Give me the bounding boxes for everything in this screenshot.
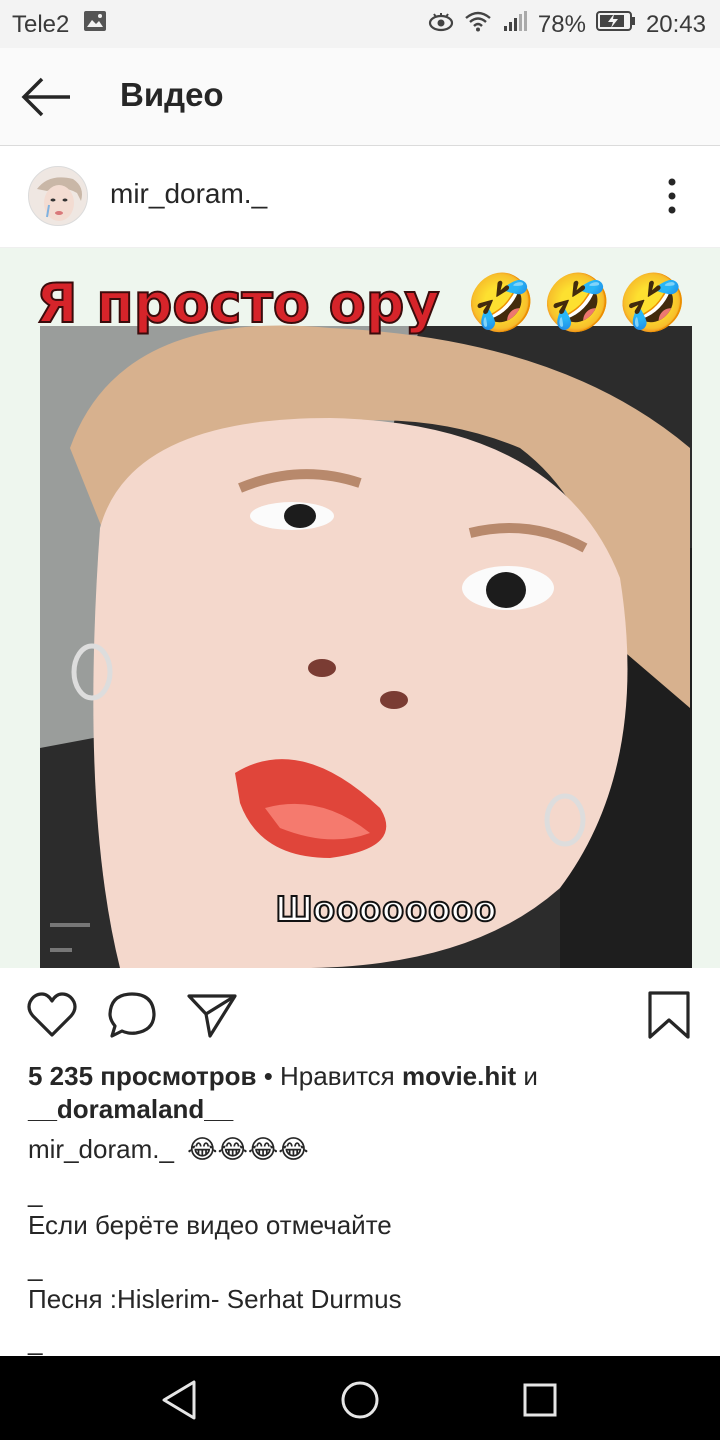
- system-nav-bar: [0, 1356, 720, 1440]
- nav-recents-button[interactable]: [516, 1376, 564, 1424]
- liked-by-prefix: • Нравится: [256, 1061, 402, 1091]
- arrow-left-icon: [21, 77, 70, 117]
- post-actions: [0, 968, 720, 1062]
- nav-back-button[interactable]: [156, 1376, 204, 1424]
- bookmark-icon: [648, 991, 690, 1039]
- overlay-emojis: 🤣🤣🤣: [466, 271, 694, 336]
- post-username[interactable]: mir_doram._: [110, 178, 267, 210]
- caption-line: _: [28, 1326, 43, 1356]
- caption-line: Если берёте видео отмечайте: [28, 1210, 392, 1240]
- gallery-notification-icon: [83, 10, 107, 39]
- save-button[interactable]: [644, 990, 696, 1040]
- likes-summary: 5 235 просмотров • Нравится movie.hit и …: [28, 1060, 692, 1126]
- caption-line: Песня :Hislerim- Serhat Durmus: [28, 1284, 402, 1314]
- heart-icon: [27, 992, 77, 1037]
- circle-home-icon: [341, 1381, 379, 1419]
- liked-by-user-1[interactable]: movie.hit: [402, 1061, 516, 1091]
- views-count[interactable]: 5 235 просмотров: [28, 1061, 256, 1091]
- caption-line: _: [28, 1178, 43, 1208]
- overlay-title: Я просто ору 🤣🤣🤣: [35, 270, 694, 336]
- back-button[interactable]: [18, 74, 74, 120]
- like-button[interactable]: [26, 990, 78, 1040]
- comment-bubble-icon: [108, 992, 156, 1038]
- comment-button[interactable]: [106, 990, 158, 1040]
- post-video[interactable]: Я просто ору 🤣🤣🤣 Шoooooooo: [0, 248, 720, 968]
- eye-icon: [428, 11, 454, 39]
- caption-username[interactable]: mir_doram._: [28, 1134, 174, 1164]
- liked-by-and: и: [516, 1061, 538, 1091]
- video-subtitle: Шoooooooo: [275, 887, 498, 930]
- liked-by-user-2[interactable]: __doramaland__: [28, 1094, 233, 1124]
- paper-plane-icon: [187, 994, 237, 1038]
- clock: 20:43: [645, 10, 706, 38]
- share-button[interactable]: [186, 990, 238, 1040]
- status-bar: Tele2 78% 20:43: [0, 0, 720, 48]
- page-title: Видео: [120, 76, 224, 113]
- battery-percent: 78%: [537, 10, 586, 38]
- caption-header: mir_doram._ 😂😂😂😂: [28, 1134, 309, 1165]
- triangle-back-icon: [162, 1380, 196, 1420]
- nav-home-button[interactable]: [336, 1376, 384, 1424]
- square-recents-icon: [523, 1383, 557, 1417]
- vertical-dots-icon: [668, 178, 676, 214]
- avatar[interactable]: [28, 166, 88, 226]
- battery-charging-icon: [595, 10, 636, 39]
- more-options-button[interactable]: [656, 176, 688, 216]
- carrier-label: Tele2: [12, 10, 70, 38]
- app-bar: Видео: [0, 48, 720, 146]
- overlay-title-text: Я просто ору: [35, 271, 441, 336]
- wifi-icon: [464, 10, 492, 39]
- caption-line: _: [28, 1252, 43, 1282]
- signal-icon: [502, 10, 528, 39]
- post-header: mir_doram._: [0, 146, 720, 248]
- caption-emojis: 😂😂😂😂: [187, 1134, 309, 1164]
